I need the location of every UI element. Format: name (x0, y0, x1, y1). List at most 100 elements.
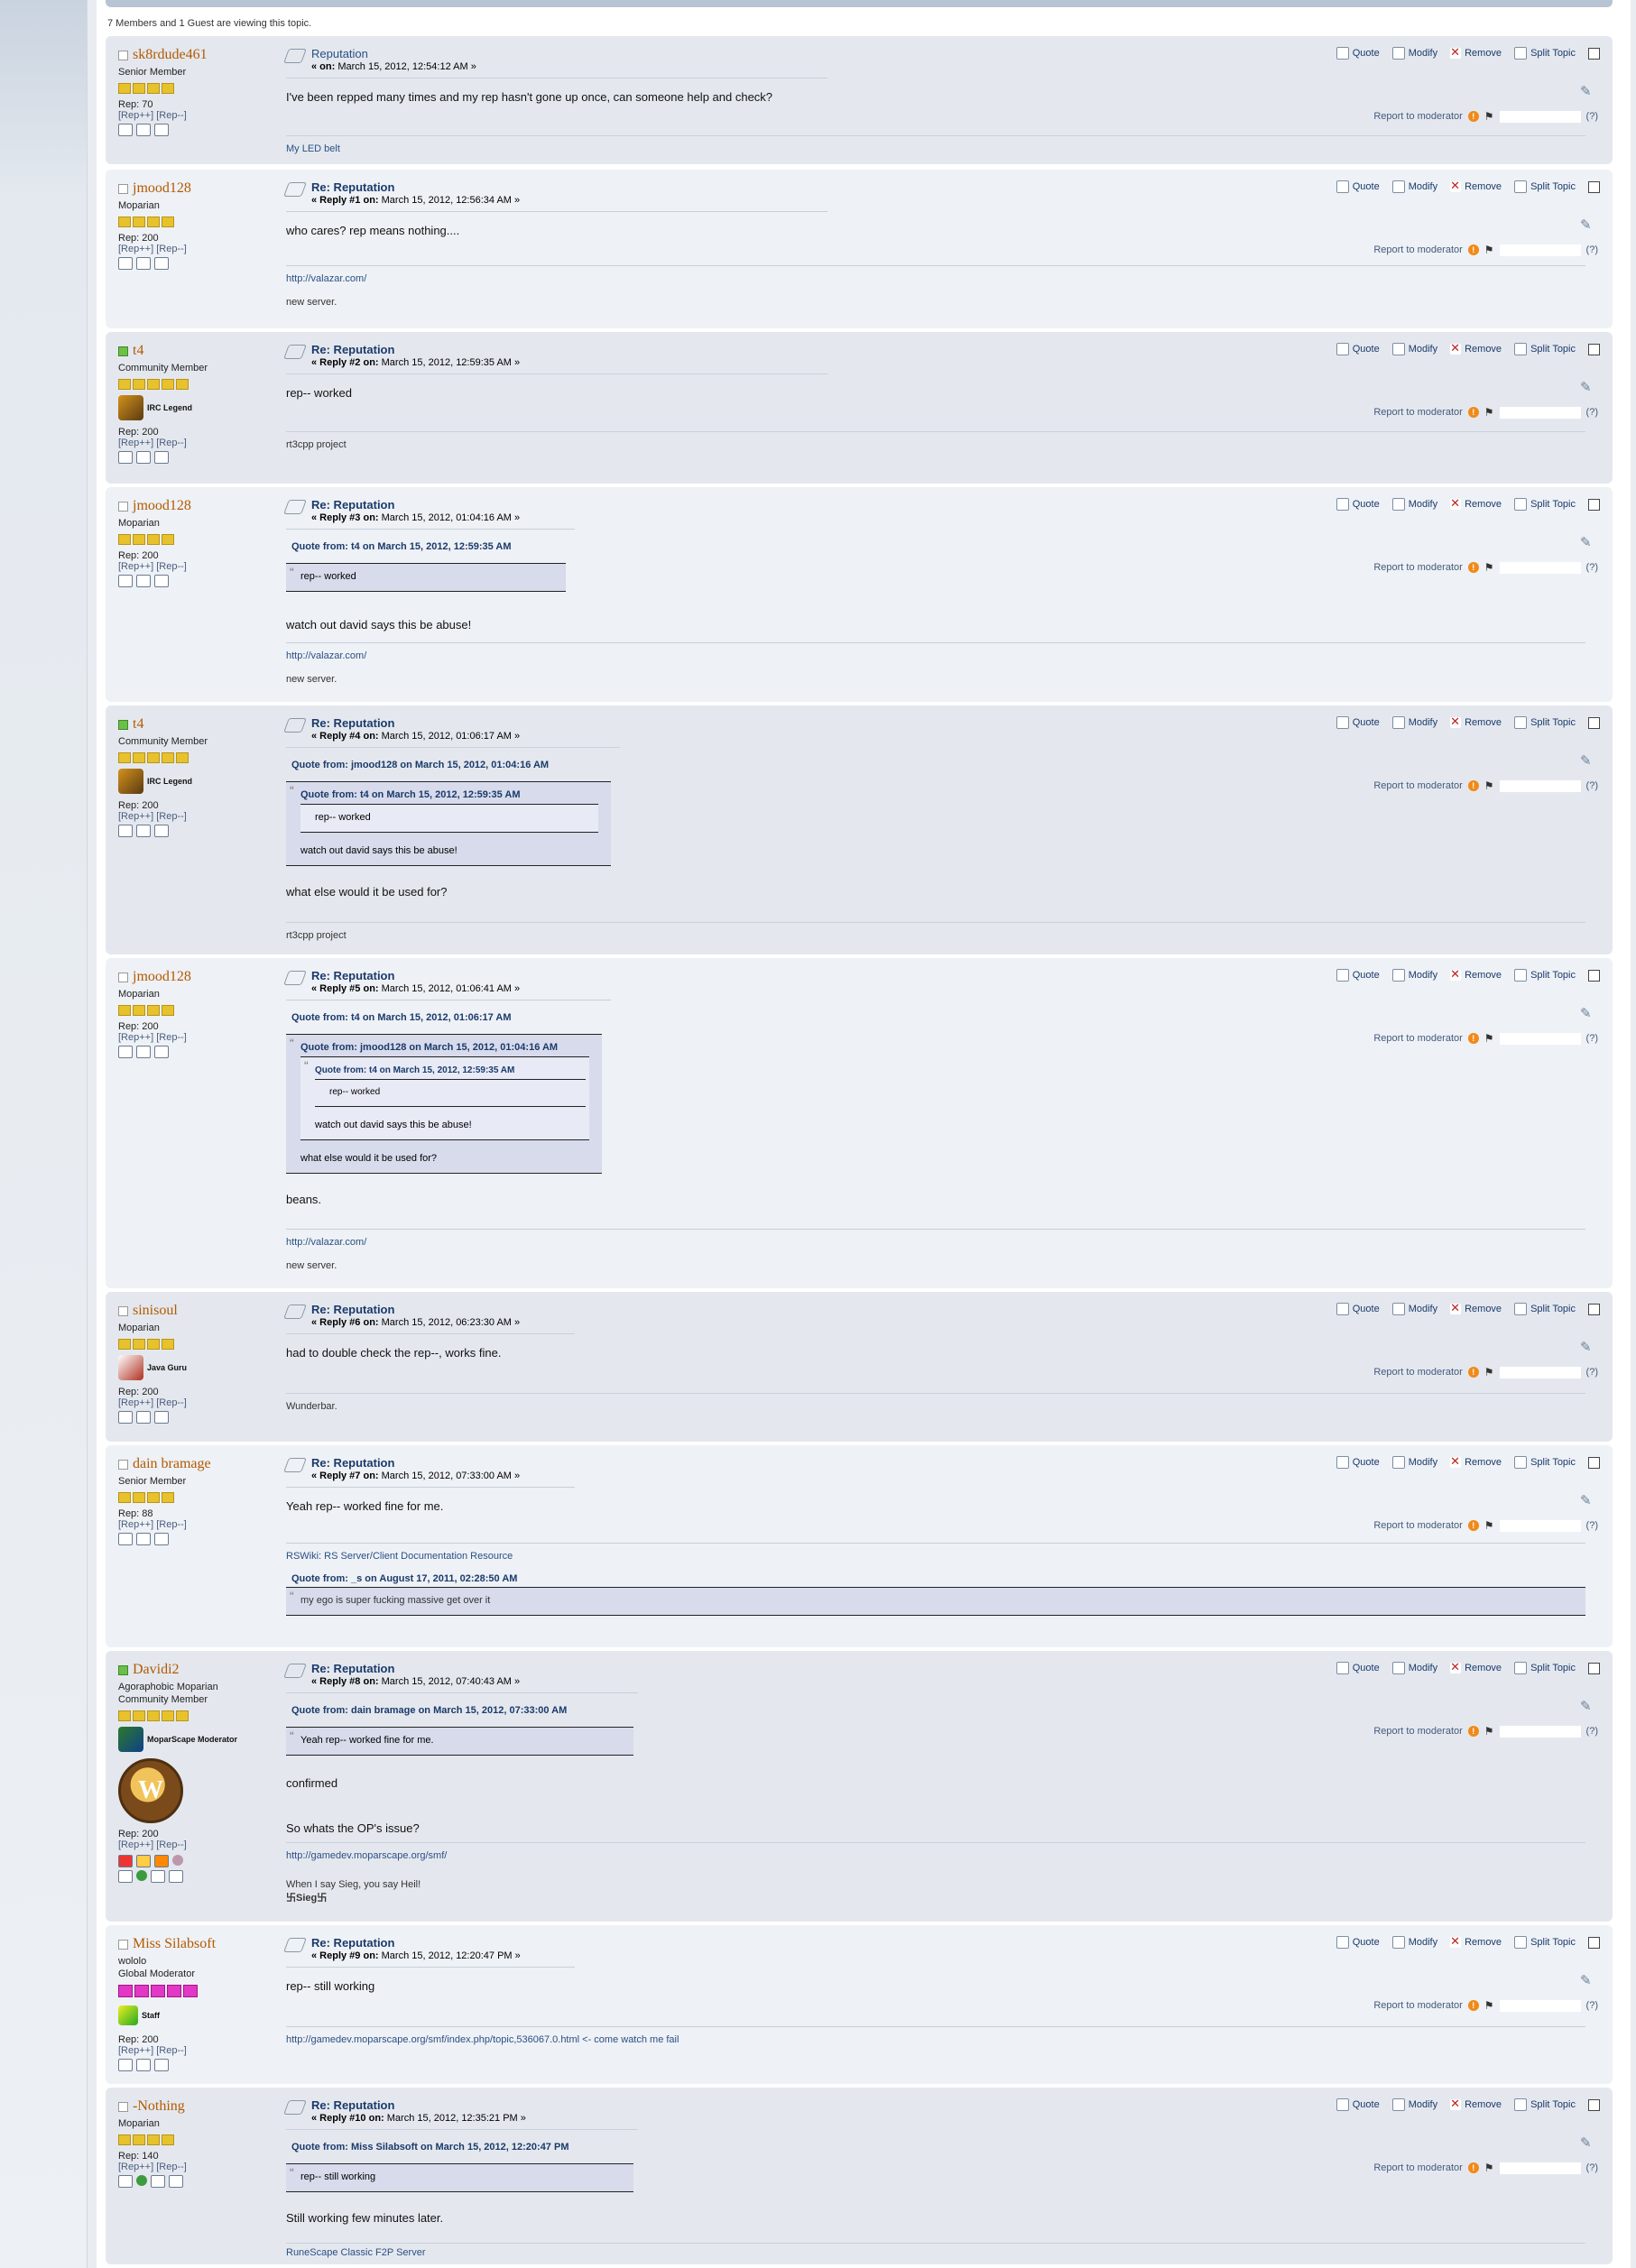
remove-button[interactable]: Remove (1450, 967, 1502, 982)
karma-icon[interactable] (1580, 752, 1598, 765)
quote-header[interactable]: Quote from: t4 on March 15, 2012, 01:06:… (286, 1010, 517, 1026)
email-icon[interactable] (136, 1046, 151, 1058)
quote-button[interactable]: Quote (1336, 716, 1380, 729)
split-topic-button[interactable]: Split Topic (1514, 716, 1576, 729)
modify-button[interactable]: Modify (1391, 1936, 1437, 1949)
modify-button[interactable]: Modify (1391, 47, 1437, 60)
quote-button[interactable]: Quote (1336, 343, 1380, 355)
split-topic-button[interactable]: Split Topic (1514, 343, 1576, 355)
select-checkbox[interactable] (1588, 1936, 1600, 1949)
profile-icon[interactable] (118, 257, 133, 270)
quote-button[interactable]: Quote (1336, 1456, 1380, 1469)
ip-help[interactable]: (?) (1586, 407, 1598, 418)
profile-icon[interactable] (118, 825, 133, 837)
poster-name[interactable]: jmood128 (133, 969, 191, 985)
select-checkbox[interactable] (1588, 343, 1600, 355)
quote-button[interactable]: Quote (1336, 2098, 1380, 2111)
pm-icon[interactable] (154, 124, 169, 136)
karma-icon[interactable] (1580, 534, 1598, 547)
post-subject[interactable]: Re: Reputation (311, 1936, 521, 1950)
modify-button[interactable]: Modify (1391, 969, 1437, 982)
report-link[interactable]: Report to moderator (1373, 562, 1462, 573)
rep-links[interactable]: [Rep++] [Rep--] (118, 1839, 272, 1850)
quote-header[interactable]: Quote from: jmood128 on March 15, 2012, … (286, 757, 554, 773)
split-topic-button[interactable]: Split Topic (1514, 1662, 1576, 1674)
quote-button[interactable]: Quote (1336, 47, 1380, 60)
poster-name[interactable]: -Nothing (133, 2098, 185, 2115)
modify-button[interactable]: Modify (1391, 2098, 1437, 2111)
remove-button[interactable]: Remove (1450, 496, 1502, 511)
email-icon[interactable] (136, 575, 151, 587)
post-subject[interactable]: Re: Reputation (311, 498, 520, 512)
website-globe-icon[interactable] (136, 1870, 147, 1881)
poster-name[interactable]: t4 (133, 716, 143, 733)
modify-button[interactable]: Modify (1391, 498, 1437, 511)
split-topic-button[interactable]: Split Topic (1514, 180, 1576, 193)
post-subject[interactable]: Re: Reputation (311, 2098, 526, 2112)
signature-link[interactable]: http://gamedev.moparscape.org/smf/index.… (286, 2034, 679, 2045)
report-link[interactable]: Report to moderator (1373, 244, 1462, 255)
signature-link[interactable]: http://gamedev.moparscape.org/smf/ (286, 1850, 447, 1861)
poster-name[interactable]: t4 (133, 343, 143, 359)
ip-help[interactable]: (?) (1586, 1033, 1598, 1044)
split-topic-button[interactable]: Split Topic (1514, 2098, 1576, 2111)
quote-button[interactable]: Quote (1336, 1936, 1380, 1949)
signature-quote-header[interactable]: Quote from: _s on August 17, 2011, 02:28… (286, 1571, 1585, 1587)
poster-name[interactable]: dain bramage (133, 1456, 211, 1472)
ip-help[interactable]: (?) (1586, 1520, 1598, 1531)
karma-icon[interactable] (1580, 1492, 1598, 1505)
quote-header[interactable]: Quote from: dain bramage on March 15, 20… (286, 1702, 572, 1719)
signature-link[interactable]: RuneScape Classic F2P Server (286, 2247, 425, 2258)
post-subject[interactable]: Re: Reputation (311, 1456, 520, 1470)
website-globe-icon[interactable] (136, 2175, 147, 2186)
karma-icon[interactable] (1580, 1972, 1598, 1985)
select-checkbox[interactable] (1588, 1662, 1600, 1674)
post-subject[interactable]: Re: Reputation (311, 716, 520, 730)
report-link[interactable]: Report to moderator (1373, 2000, 1462, 2011)
ip-help[interactable]: (?) (1586, 244, 1598, 255)
karma-icon[interactable] (1580, 379, 1598, 392)
poster-name[interactable]: sk8rdude461 (133, 47, 208, 63)
profile-icon[interactable] (118, 1411, 133, 1424)
nested-quote-header[interactable]: Quote from: t4 on March 15, 2012, 12:59:… (315, 1065, 514, 1075)
remove-button[interactable]: Remove (1450, 1454, 1502, 1469)
quote-header[interactable]: Quote from: t4 on March 15, 2012, 12:59:… (286, 539, 517, 555)
signature-link[interactable]: My LED belt (286, 143, 340, 154)
signature-link[interactable]: http://valazar.com/ (286, 273, 366, 284)
rep-links[interactable]: [Rep++] [Rep--] (118, 1032, 272, 1043)
split-topic-button[interactable]: Split Topic (1514, 1303, 1576, 1315)
select-checkbox[interactable] (1588, 969, 1600, 982)
karma-icon[interactable] (1580, 1698, 1598, 1710)
pm-icon[interactable] (154, 451, 169, 464)
rep-links[interactable]: [Rep++] [Rep--] (118, 811, 272, 822)
poster-name[interactable]: sinisoul (133, 1303, 178, 1319)
nested-quote-header[interactable]: Quote from: t4 on March 15, 2012, 12:59:… (300, 789, 521, 800)
poster-name[interactable]: jmood128 (133, 498, 191, 514)
profile-icon[interactable] (118, 575, 133, 587)
select-checkbox[interactable] (1588, 2098, 1600, 2111)
email-icon[interactable] (151, 2175, 165, 2188)
ip-help[interactable]: (?) (1586, 2162, 1598, 2173)
quote-header[interactable]: Quote from: Miss Silabsoft on March 15, … (286, 2139, 574, 2155)
report-link[interactable]: Report to moderator (1373, 2162, 1462, 2173)
split-topic-button[interactable]: Split Topic (1514, 1936, 1576, 1949)
post-subject[interactable]: Re: Reputation (311, 969, 520, 982)
profile-icon[interactable] (118, 1870, 133, 1883)
signature-link[interactable]: http://valazar.com/ (286, 1237, 366, 1248)
karma-icon[interactable] (1580, 1339, 1598, 1351)
ip-help[interactable]: (?) (1586, 1367, 1598, 1378)
select-checkbox[interactable] (1588, 47, 1600, 60)
karma-icon[interactable] (1580, 2134, 1598, 2147)
pm-icon[interactable] (169, 2175, 183, 2188)
modify-button[interactable]: Modify (1391, 1456, 1437, 1469)
quote-button[interactable]: Quote (1336, 180, 1380, 193)
remove-button[interactable]: Remove (1450, 1934, 1502, 1949)
ip-help[interactable]: (?) (1586, 562, 1598, 573)
modify-button[interactable]: Modify (1391, 343, 1437, 355)
remove-button[interactable]: Remove (1450, 715, 1502, 729)
rep-links[interactable]: [Rep++] [Rep--] (118, 244, 272, 254)
poster-name[interactable]: jmood128 (133, 180, 191, 197)
post-subject[interactable]: Re: Reputation (311, 343, 520, 356)
quote-button[interactable]: Quote (1336, 498, 1380, 511)
pm-icon[interactable] (154, 2059, 169, 2071)
